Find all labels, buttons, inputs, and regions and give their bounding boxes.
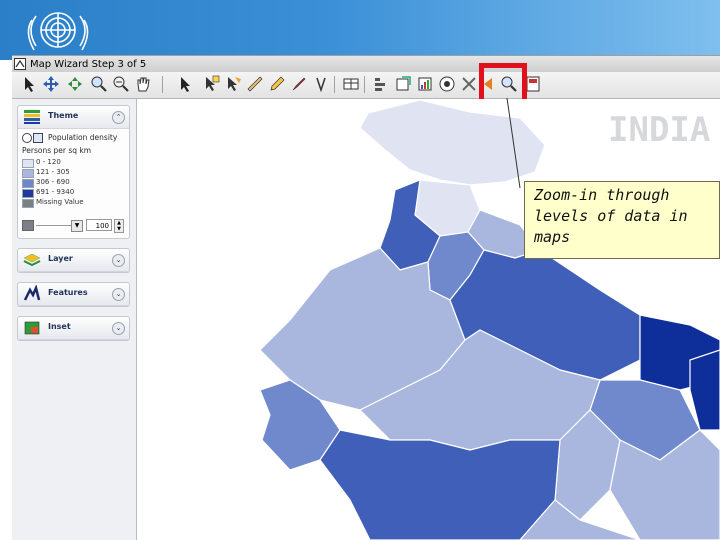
legend-swatch — [22, 199, 34, 208]
ruler-icon[interactable] — [246, 75, 264, 93]
pan-hand-icon[interactable] — [134, 75, 152, 93]
toolbar-separator — [162, 76, 163, 93]
legend-label: Missing Value — [36, 198, 84, 206]
transparency-control: ▼ 100 ▲ ▼ — [22, 219, 126, 233]
expand-icon[interactable]: ⌄ — [112, 288, 125, 301]
legend-label: 0 - 120 — [36, 158, 61, 166]
map-canvas[interactable] — [137, 99, 720, 540]
hide-tool-icon[interactable] — [460, 75, 478, 93]
export-tool-icon[interactable] — [394, 75, 412, 93]
legend-label: 691 - 9340 — [36, 188, 75, 196]
select-region-icon[interactable] — [224, 75, 242, 93]
theme-panel-title: Theme — [48, 111, 79, 120]
expand-icon[interactable]: ⌄ — [112, 322, 125, 335]
features-panel[interactable]: Features ⌄ — [17, 282, 130, 307]
features-panel-header[interactable]: Features ⌄ — [18, 283, 129, 306]
window-titlebar: Map Wizard Step 3 of 5 — [12, 55, 720, 73]
chart-tool-icon[interactable] — [416, 75, 434, 93]
color-swatch[interactable] — [22, 220, 34, 231]
legend-row: Missing Value — [22, 198, 122, 208]
layer-panel[interactable]: Layer ⌄ — [17, 248, 130, 273]
select-arrow-icon[interactable] — [20, 75, 38, 93]
spinner-icon[interactable]: ▲ ▼ — [114, 219, 124, 233]
legend-row: 0 - 120 — [22, 158, 122, 168]
region-maharashtra — [319, 429, 561, 540]
collapse-icon[interactable]: ⌃ — [112, 111, 125, 124]
legend-row: 691 - 9340 — [22, 188, 122, 198]
table-tool-icon[interactable] — [342, 75, 360, 93]
toolbar-separator — [364, 76, 365, 93]
map-wizard-icon — [14, 58, 26, 70]
pan-move-icon[interactable] — [42, 75, 60, 93]
un-emblem-logo — [27, 12, 89, 51]
layer-panel-header[interactable]: Layer ⌄ — [18, 249, 129, 272]
indicator-name: Population density — [48, 133, 118, 142]
window-title: Map Wizard Step 3 of 5 — [30, 59, 147, 70]
pencil-icon[interactable] — [268, 75, 286, 93]
zoom-in-icon[interactable] — [90, 75, 108, 93]
indicator-controls — [22, 133, 44, 143]
callout-text: Zoom-in through levels of data in maps — [534, 186, 688, 246]
zoom-out-icon[interactable] — [112, 75, 130, 93]
unit-label: Persons per sq km — [22, 146, 92, 155]
label-tool-icon[interactable] — [312, 75, 330, 93]
pointer-icon[interactable] — [176, 75, 194, 93]
inset-panel[interactable]: Inset ⌄ — [17, 316, 130, 341]
inset-panel-header[interactable]: Inset ⌄ — [18, 317, 129, 340]
legend-swatch — [22, 169, 34, 178]
legend-row: 121 - 305 — [22, 168, 122, 178]
theme-panel-header[interactable]: Theme ⌃ — [18, 106, 129, 129]
legend-label: 121 - 305 — [36, 168, 70, 176]
legend-swatch — [22, 159, 34, 168]
country-label: INDIA — [608, 110, 711, 150]
toolbar-separator — [334, 76, 335, 93]
indicator-settings-icon[interactable] — [33, 133, 43, 143]
inset-panel-title: Inset — [48, 322, 71, 331]
legend-swatch — [22, 189, 34, 198]
zoom-to-fit-icon[interactable] — [66, 75, 84, 93]
theme-icon — [24, 110, 40, 124]
legend-row: 306 - 690 — [22, 178, 122, 188]
header-banner — [0, 0, 720, 60]
layer-properties-icon[interactable] — [372, 75, 390, 93]
radio-selected-icon[interactable] — [22, 133, 32, 143]
layer-panel-title: Layer — [48, 254, 73, 263]
map-toolbar — [12, 72, 720, 99]
transparency-slider[interactable] — [36, 225, 72, 226]
layer-icon — [23, 253, 41, 267]
transparency-input[interactable]: 100 — [86, 219, 112, 231]
region-jammu-kashmir — [359, 99, 546, 186]
legend-swatch — [22, 179, 34, 188]
brush-icon[interactable] — [290, 75, 308, 93]
features-icon — [23, 285, 41, 301]
expand-icon[interactable]: ⌄ — [112, 254, 125, 267]
map-sidebar: Theme ⌃ Population density Persons per s… — [12, 99, 137, 540]
select-feature-icon[interactable] — [202, 75, 220, 93]
features-panel-title: Features — [48, 288, 88, 297]
inset-icon — [24, 321, 40, 335]
dropdown-arrow-icon[interactable]: ▼ — [71, 220, 83, 232]
legend-label: 306 - 690 — [36, 178, 70, 186]
annotation-callout: Zoom-in through levels of data in maps — [524, 181, 720, 259]
target-zoom-icon[interactable] — [438, 75, 456, 93]
theme-panel: Theme ⌃ Population density Persons per s… — [17, 105, 130, 239]
